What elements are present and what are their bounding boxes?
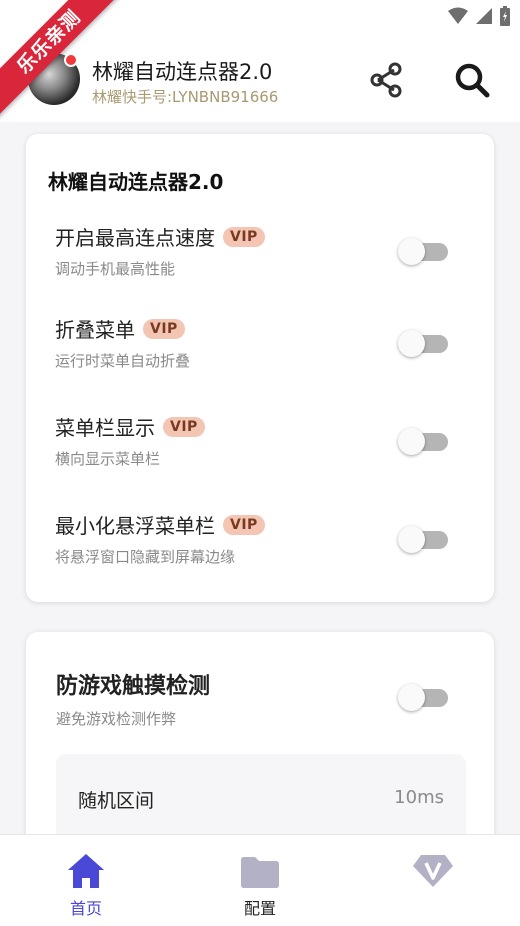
search-button[interactable] — [452, 60, 492, 100]
anti-detection-title: 防游戏触摸检测 — [56, 674, 211, 699]
toggle-knob — [398, 684, 425, 711]
random-range-value: 10ms — [394, 787, 444, 808]
status-icons — [448, 6, 510, 26]
nav-item-config[interactable]: 配置 — [200, 835, 320, 926]
max-speed-toggle[interactable] — [398, 236, 450, 266]
setting-label: 开启最高连点速度 — [55, 226, 215, 250]
nav-item-vip[interactable] — [373, 835, 493, 926]
random-range-label: 随机区间 — [78, 790, 155, 812]
setting-fold-menu: 折叠菜单 VIP 运行时菜单自动折叠 — [26, 314, 494, 394]
vip-badge: VIP — [143, 318, 185, 339]
home-icon — [68, 854, 104, 888]
menu-bar-toggle[interactable] — [398, 426, 450, 456]
nav-label-home: 首页 — [69, 899, 102, 918]
setting-minimize-float-menu: 最小化悬浮菜单栏 VIP 将悬浮窗口隐藏到屏幕边缘 — [26, 510, 494, 590]
search-icon — [455, 63, 490, 98]
settings-card: 林耀自动连点器2.0 开启最高连点速度 VIP 调动手机最高性能 折叠菜单 VI… — [26, 134, 494, 602]
setting-description: 将悬浮窗口隐藏到屏幕边缘 — [55, 548, 236, 566]
wifi-icon — [448, 7, 468, 24]
bottom-nav: 首页 配置 — [0, 834, 520, 926]
toggle-knob — [398, 526, 425, 553]
setting-label-row: 最小化悬浮菜单栏 VIP — [55, 510, 265, 539]
setting-label-row: 折叠菜单 VIP — [55, 314, 185, 343]
card-title: 林耀自动连点器2.0 — [48, 170, 224, 194]
setting-label: 菜单栏显示 — [55, 416, 155, 440]
toggle-knob — [398, 428, 425, 455]
setting-description: 运行时菜单自动折叠 — [55, 352, 191, 370]
vip-badge: VIP — [163, 416, 205, 437]
folder-icon — [241, 857, 279, 888]
vip-diamond-icon — [413, 855, 453, 887]
minimize-float-toggle[interactable] — [398, 524, 450, 554]
nav-label-config: 配置 — [243, 899, 276, 918]
setting-label: 最小化悬浮菜单栏 — [55, 514, 215, 538]
signal-icon — [476, 8, 492, 24]
vip-badge: VIP — [223, 226, 265, 247]
anti-detection-toggle[interactable] — [398, 682, 450, 712]
share-icon — [370, 62, 402, 98]
setting-max-click-speed: 开启最高连点速度 VIP 调动手机最高性能 — [26, 222, 494, 302]
setting-menu-bar-display: 菜单栏显示 VIP 横向显示菜单栏 — [26, 412, 494, 492]
share-button[interactable] — [366, 60, 406, 100]
anti-detection-description: 避免游戏检测作弊 — [56, 710, 177, 728]
toggle-knob — [398, 330, 425, 357]
setting-description: 调动手机最高性能 — [55, 260, 176, 278]
battery-icon — [500, 6, 510, 26]
ribbon-text: 乐乐亲测 — [0, 0, 128, 121]
setting-label-row: 开启最高连点速度 VIP — [55, 222, 265, 251]
vip-badge: VIP — [223, 514, 265, 535]
nav-item-home[interactable]: 首页 — [26, 835, 146, 926]
corner-ribbon: 乐乐亲测 — [0, 0, 130, 130]
setting-label-row: 菜单栏显示 VIP — [55, 412, 205, 441]
setting-description: 横向显示菜单栏 — [55, 450, 161, 468]
fold-menu-toggle[interactable] — [398, 328, 450, 358]
toggle-knob — [398, 238, 425, 265]
setting-label: 折叠菜单 — [55, 318, 135, 342]
